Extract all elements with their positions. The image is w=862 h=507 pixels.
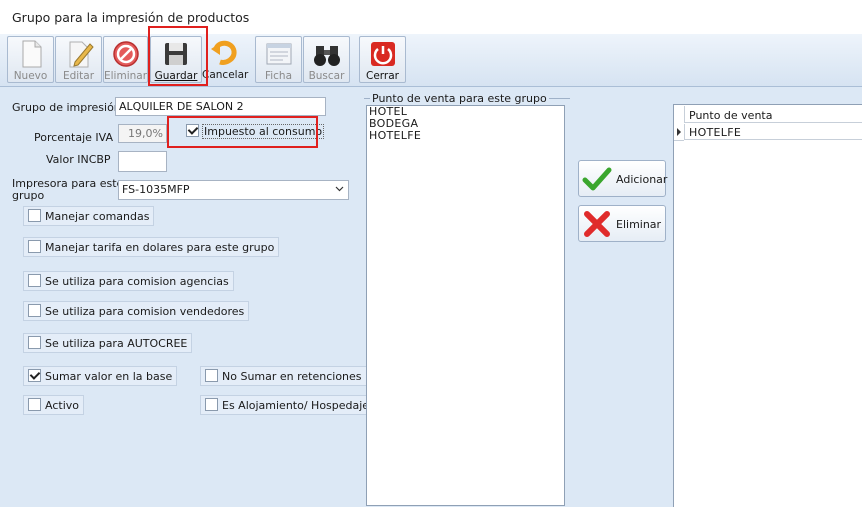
grupo-input[interactable]: ALQUILER DE SALON 2 (115, 97, 326, 116)
impresora-selected-value: FS-1035MFP (122, 183, 190, 196)
eliminar-toolbar-button[interactable]: Eliminar (103, 36, 148, 83)
autocree-box[interactable] (28, 336, 41, 349)
form-card-icon (266, 43, 291, 65)
table-row[interactable]: HOTELFE (684, 124, 862, 140)
punto-venta-group-title: Punto de venta para este grupo (370, 92, 549, 105)
list-item[interactable]: HOTELFE (367, 130, 564, 142)
alojamiento-checkbox[interactable]: Es Alojamiento/ Hospedaje (200, 395, 375, 415)
grupo-label: Grupo de impresión (12, 101, 121, 114)
manejar-comandas-checkbox[interactable]: Manejar comandas (23, 206, 155, 226)
save-floppy-icon (165, 43, 187, 65)
red-x-icon (584, 211, 610, 237)
porcentaje-iva-label: Porcentaje IVA (34, 131, 114, 144)
manejar-tarifa-label: Manejar tarifa en dolares para este grup… (45, 241, 275, 254)
alojamiento-label: Es Alojamiento/ Hospedaje (222, 399, 370, 412)
buscar-button[interactable]: Buscar (303, 36, 350, 83)
punto-venta-group: Punto de venta para este grupo HOTEL BOD… (362, 88, 572, 506)
buscar-label: Buscar (308, 70, 345, 82)
adicionar-label: Adicionar (616, 173, 668, 186)
comision-agencias-box[interactable] (28, 274, 41, 287)
window-title: Grupo para la impresión de productos (12, 10, 250, 25)
activo-checkbox[interactable]: Activo (23, 395, 84, 415)
checkmark-icon (582, 167, 612, 191)
adicionar-button[interactable]: Adicionar (578, 160, 668, 197)
autocree-label: Se utiliza para AUTOCREE (45, 337, 188, 350)
sumar-base-box[interactable] (28, 369, 41, 382)
manejar-tarifa-checkbox[interactable]: Manejar tarifa en dolares para este grup… (23, 237, 280, 257)
chevron-down-icon (335, 186, 344, 192)
new-document-icon (22, 40, 41, 68)
cerrar-button[interactable]: Cerrar (359, 36, 406, 83)
comision-agencias-label: Se utiliza para comision agencias (45, 275, 229, 288)
impuesto-consumo-label: Impuesto al consumo (202, 124, 325, 139)
row-selector-icon[interactable] (674, 124, 684, 141)
edit-pencil-icon (69, 41, 94, 68)
guardar-button[interactable]: Guardar (150, 36, 202, 83)
manejar-comandas-label: Manejar comandas (45, 210, 150, 223)
comision-vendedores-box[interactable] (28, 304, 41, 317)
ficha-button[interactable]: Ficha (255, 36, 302, 83)
sumar-base-checkbox[interactable]: Sumar valor en la base (23, 366, 178, 386)
cancel-undo-arrow-icon (211, 40, 237, 65)
editar-button[interactable]: Editar (55, 36, 102, 83)
autocree-checkbox[interactable]: Se utiliza para AUTOCREE (23, 333, 193, 353)
no-sumar-retenciones-checkbox[interactable]: No Sumar en retenciones (200, 366, 367, 386)
impresora-label-line2: grupo (12, 189, 45, 202)
impresora-select[interactable]: FS-1035MFP (118, 180, 349, 200)
activo-box[interactable] (28, 398, 41, 411)
comision-agencias-checkbox[interactable]: Se utiliza para comision agencias (23, 271, 234, 291)
guardar-label: Guardar (154, 70, 198, 82)
activo-label: Activo (45, 399, 79, 412)
impuesto-consumo-box[interactable] (186, 124, 199, 137)
porcentaje-iva-input[interactable]: 19,0% (118, 124, 167, 143)
valor-incbp-input[interactable] (118, 151, 167, 172)
window-titlebar: Grupo para la impresión de productos (0, 0, 862, 35)
nuevo-label: Nuevo (13, 70, 48, 82)
eliminar-toolbar-label: Eliminar (104, 70, 148, 82)
available-puntos-list[interactable]: HOTEL BODEGA HOTELFE (366, 105, 565, 506)
impuesto-consumo-checkbox[interactable]: Impuesto al consumo (186, 124, 325, 139)
manejar-tarifa-box[interactable] (28, 240, 41, 253)
alojamiento-box[interactable] (205, 398, 218, 411)
ficha-label: Ficha (264, 70, 293, 82)
comision-vendedores-checkbox[interactable]: Se utiliza para comision vendedores (23, 301, 250, 321)
editar-label: Editar (62, 70, 95, 82)
toolbar: Nuevo Editar Eliminar Guardar Cancelar F… (0, 34, 862, 87)
cancelar-button[interactable]: Cancelar (202, 36, 249, 83)
sumar-base-label: Sumar valor en la base (45, 370, 173, 383)
binoculars-icon (313, 46, 340, 66)
delete-circle-icon (112, 41, 139, 67)
manejar-comandas-box[interactable] (28, 209, 41, 222)
selected-puntos-grid[interactable]: Punto de venta HOTELFE (673, 104, 862, 507)
no-sumar-retenciones-box[interactable] (205, 369, 218, 382)
no-sumar-retenciones-label: No Sumar en retenciones (222, 370, 362, 383)
cerrar-label: Cerrar (366, 70, 399, 82)
valor-incbp-label: Valor INCBP (46, 153, 111, 166)
comision-vendedores-label: Se utiliza para comision vendedores (45, 305, 245, 318)
power-icon (370, 42, 395, 66)
eliminar-punto-label: Eliminar (616, 218, 662, 231)
grid-header-punto-venta[interactable]: Punto de venta (684, 106, 862, 123)
eliminar-punto-button[interactable]: Eliminar (578, 205, 666, 242)
nuevo-button[interactable]: Nuevo (7, 36, 54, 83)
cancelar-label: Cancelar (202, 69, 249, 81)
